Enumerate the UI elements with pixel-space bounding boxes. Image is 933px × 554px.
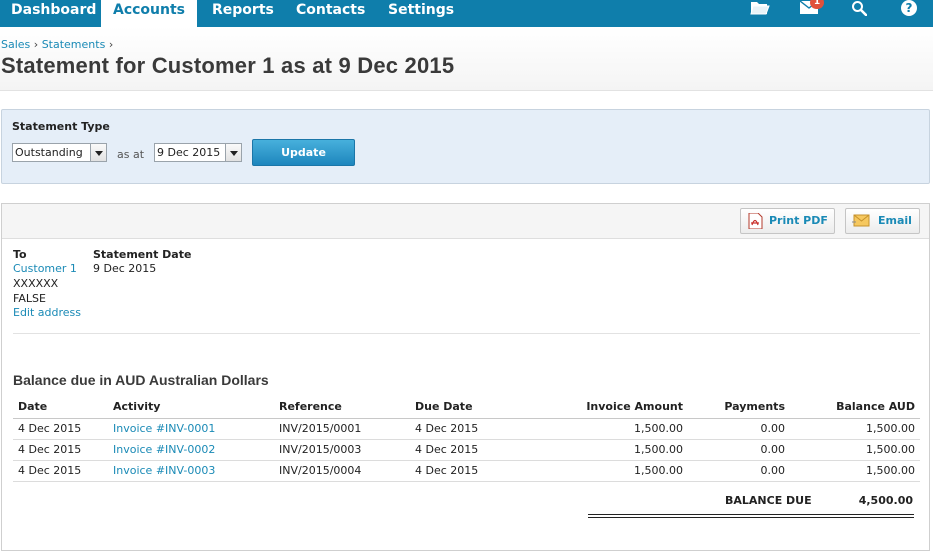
row-payments: 0.00 bbox=[688, 439, 790, 461]
tab-dashboard[interactable]: Dashboard bbox=[0, 0, 100, 27]
page-header: Sales › Statements › Statement for Custo… bbox=[0, 27, 933, 91]
chevron-down-icon bbox=[225, 144, 241, 161]
address-line-1: XXXXXX bbox=[13, 277, 59, 290]
row-invoice-amount: 1,500.00 bbox=[530, 460, 688, 482]
help-glyph: ? bbox=[905, 1, 913, 15]
balance-due-label: BALANCE DUE bbox=[725, 494, 812, 507]
row-due-date: 4 Dec 2015 bbox=[410, 439, 530, 461]
invoice-link[interactable]: Invoice #INV-0003 bbox=[108, 460, 274, 482]
search-icon[interactable] bbox=[851, 0, 869, 20]
pdf-icon bbox=[747, 212, 763, 230]
row-reference: INV/2015/0001 bbox=[274, 418, 410, 440]
col-balance: Balance AUD bbox=[790, 396, 920, 419]
tab-accounts[interactable]: Accounts bbox=[101, 0, 197, 27]
balance-due-value: 4,500.00 bbox=[858, 494, 913, 507]
col-due-date: Due Date bbox=[410, 396, 530, 419]
invoice-link[interactable]: Invoice #INV-0001 bbox=[108, 418, 274, 440]
tab-settings[interactable]: Settings bbox=[388, 0, 468, 27]
statement-toolbar: Print PDF Email bbox=[2, 204, 929, 239]
update-button[interactable]: Update bbox=[252, 139, 355, 166]
total-underline bbox=[588, 514, 914, 518]
table-header-row: Date Activity Reference Due Date Invoice… bbox=[13, 396, 920, 419]
row-balance: 1,500.00 bbox=[790, 418, 920, 440]
statement-type-value: Outstanding bbox=[15, 146, 83, 159]
email-button[interactable]: Email bbox=[845, 208, 920, 234]
row-invoice-amount: 1,500.00 bbox=[530, 418, 688, 440]
row-payments: 0.00 bbox=[688, 460, 790, 482]
print-pdf-button[interactable]: Print PDF bbox=[740, 208, 835, 234]
row-balance: 1,500.00 bbox=[790, 439, 920, 461]
tab-contacts[interactable]: Contacts bbox=[296, 0, 376, 27]
statement-table: Date Activity Reference Due Date Invoice… bbox=[13, 396, 920, 482]
statement-type-label: Statement Type bbox=[12, 120, 110, 133]
as-at-date-select[interactable]: 9 Dec 2015 bbox=[154, 143, 242, 162]
to-label: To bbox=[13, 248, 27, 261]
divider bbox=[13, 333, 920, 334]
statement-date-value: 9 Dec 2015 bbox=[93, 262, 157, 275]
row-balance: 1,500.00 bbox=[790, 460, 920, 482]
row-date: 4 Dec 2015 bbox=[13, 460, 108, 482]
row-reference: INV/2015/0003 bbox=[274, 439, 410, 461]
tab-reports[interactable]: Reports bbox=[212, 0, 292, 27]
col-invoice-amount: Invoice Amount bbox=[530, 396, 688, 419]
table-row: 4 Dec 2015 Invoice #INV-0002 INV/2015/00… bbox=[13, 439, 920, 461]
col-payments: Payments bbox=[688, 396, 790, 419]
chevron-down-icon bbox=[90, 144, 106, 161]
mail-icon[interactable]: 1 bbox=[800, 0, 826, 20]
mail-badge: 1 bbox=[810, 0, 824, 9]
statement-date-label: Statement Date bbox=[93, 248, 192, 261]
as-at-date-value: 9 Dec 2015 bbox=[157, 146, 221, 159]
row-date: 4 Dec 2015 bbox=[13, 439, 108, 461]
statement-card: Print PDF Email To Customer 1 XXXXXX FAL… bbox=[1, 203, 930, 551]
col-activity: Activity bbox=[108, 396, 274, 419]
top-nav: Dashboard Accounts Reports Contacts Sett… bbox=[0, 0, 933, 27]
statement-type-select[interactable]: Outstanding bbox=[12, 143, 107, 162]
as-at-label: as at bbox=[117, 148, 145, 161]
row-payments: 0.00 bbox=[688, 418, 790, 440]
edit-address-link[interactable]: Edit address bbox=[13, 306, 81, 319]
statement-type-panel: Statement Type Outstanding as at 9 Dec 2… bbox=[1, 109, 930, 184]
balance-title: Balance due in AUD Australian Dollars bbox=[13, 372, 269, 388]
breadcrumb: Sales › Statements › bbox=[1, 38, 113, 51]
breadcrumb-sales[interactable]: Sales bbox=[1, 38, 30, 51]
breadcrumb-statements[interactable]: Statements bbox=[42, 38, 106, 51]
print-pdf-label: Print PDF bbox=[769, 214, 828, 227]
customer-link[interactable]: Customer 1 bbox=[13, 262, 77, 275]
col-reference: Reference bbox=[274, 396, 410, 419]
table-row: 4 Dec 2015 Invoice #INV-0001 INV/2015/00… bbox=[13, 418, 920, 440]
col-date: Date bbox=[13, 396, 108, 419]
breadcrumb-separator: › bbox=[33, 38, 39, 51]
row-date: 4 Dec 2015 bbox=[13, 418, 108, 440]
folder-icon[interactable] bbox=[750, 0, 772, 20]
page-title: Statement for Customer 1 as at 9 Dec 201… bbox=[1, 53, 455, 78]
row-due-date: 4 Dec 2015 bbox=[410, 460, 530, 482]
address-line-2: FALSE bbox=[13, 292, 46, 305]
row-invoice-amount: 1,500.00 bbox=[530, 439, 688, 461]
breadcrumb-separator: › bbox=[108, 38, 114, 51]
table-row: 4 Dec 2015 Invoice #INV-0003 INV/2015/00… bbox=[13, 460, 920, 482]
row-due-date: 4 Dec 2015 bbox=[410, 418, 530, 440]
row-reference: INV/2015/0004 bbox=[274, 460, 410, 482]
envelope-icon bbox=[852, 213, 870, 229]
invoice-link[interactable]: Invoice #INV-0002 bbox=[108, 439, 274, 461]
help-icon[interactable]: ? bbox=[901, 0, 919, 20]
email-label: Email bbox=[878, 214, 912, 227]
